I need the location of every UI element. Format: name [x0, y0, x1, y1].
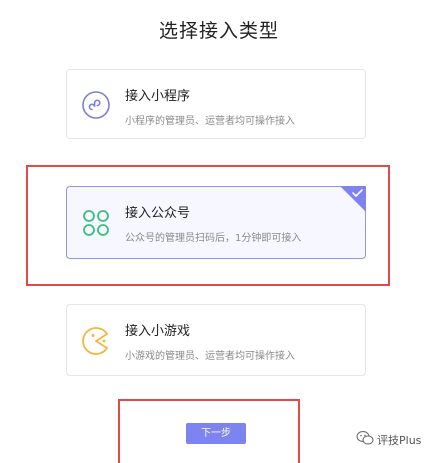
- card-title: 接入小程序: [125, 89, 191, 104]
- wechat-icon: [356, 430, 374, 450]
- watermark-text: 评技Plus: [377, 434, 422, 447]
- mini-game-icon: [81, 326, 111, 356]
- next-button[interactable]: 下一步: [186, 423, 246, 444]
- mini-program-icon: [81, 90, 111, 120]
- page-title: 选择接入类型: [158, 20, 279, 42]
- card-official-account[interactable]: 接入公众号 公众号的管理员扫码后，1分钟即可接入: [66, 186, 366, 259]
- card-description: 小游戏的管理员、运营者均可操作接入: [125, 351, 295, 362]
- card-description: 小程序的管理员、运营者均可操作接入: [125, 116, 295, 127]
- card-mini-program[interactable]: 接入小程序 小程序的管理员、运营者均可操作接入: [66, 69, 366, 139]
- card-description: 公众号的管理员扫码后，1分钟即可接入: [125, 233, 302, 244]
- card-title: 接入小游戏: [125, 324, 191, 339]
- card-mini-game[interactable]: 接入小游戏 小游戏的管理员、运营者均可操作接入: [66, 304, 366, 376]
- official-account-icon: [81, 208, 111, 238]
- card-title: 接入公众号: [125, 206, 191, 221]
- watermark: 评技Plus: [356, 431, 421, 449]
- selected-check-icon: [340, 186, 366, 212]
